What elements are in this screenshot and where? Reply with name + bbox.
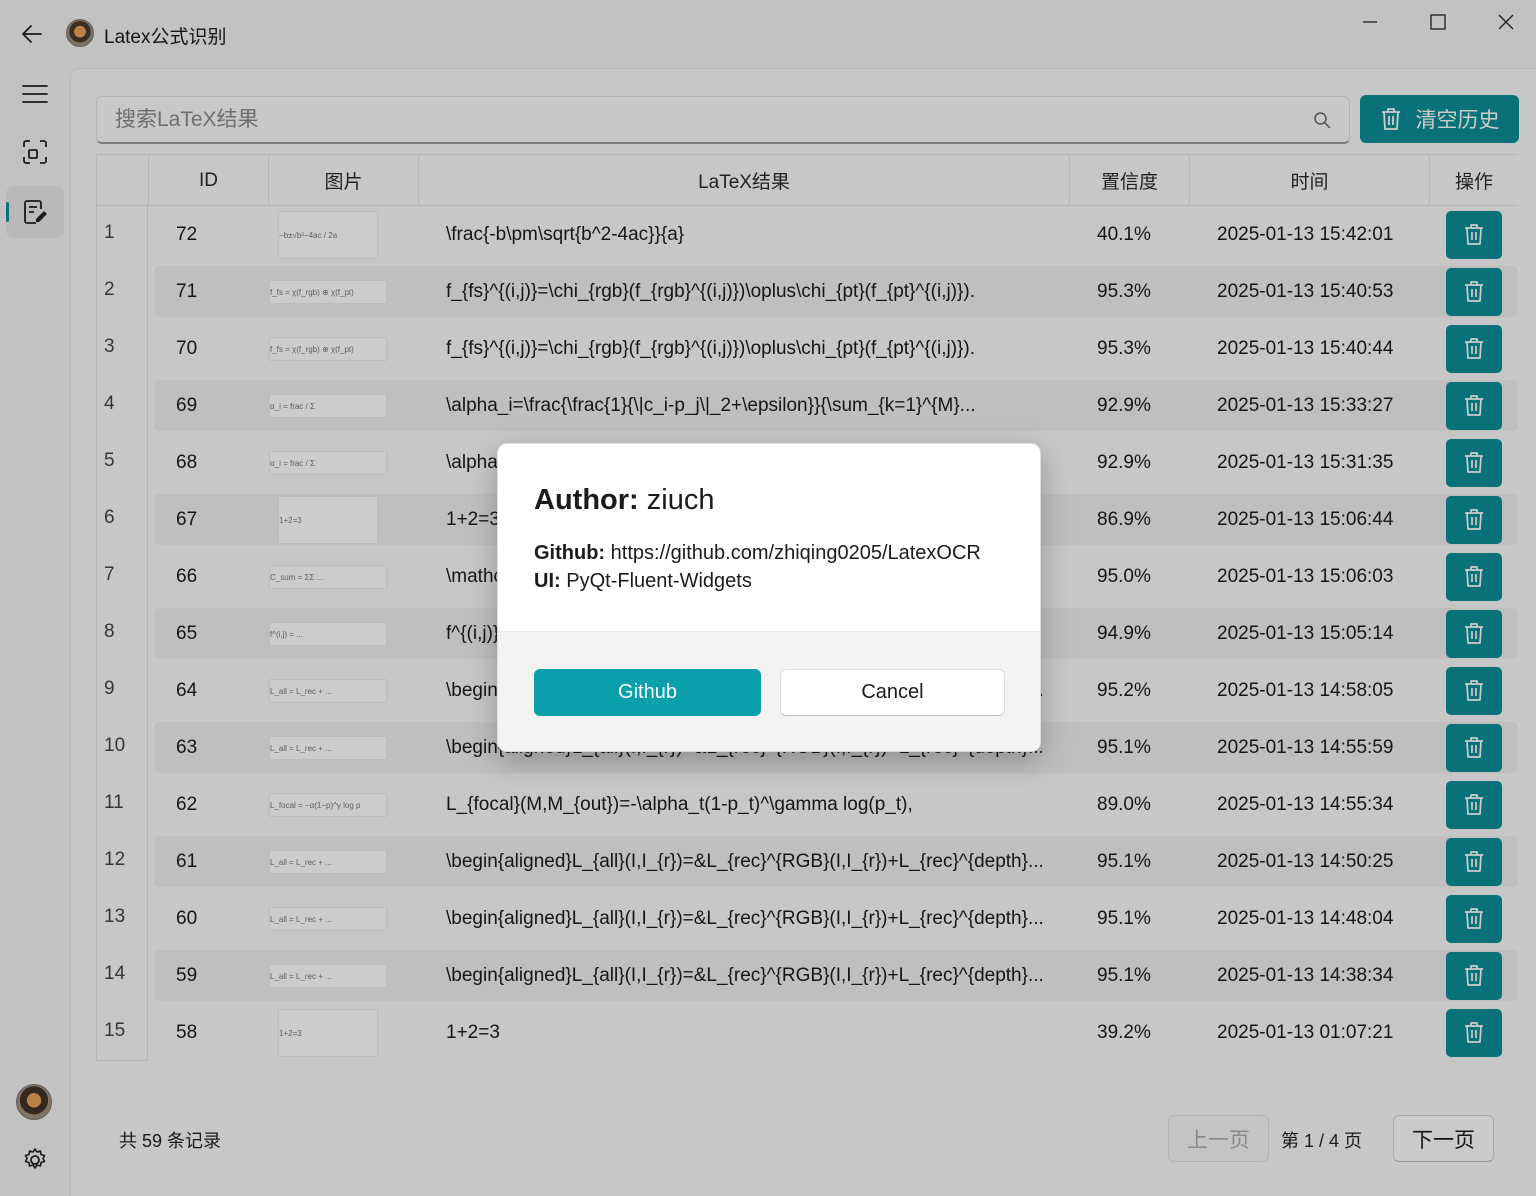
- dialog-github-label: Github:: [534, 542, 606, 564]
- cancel-button[interactable]: Cancel: [780, 669, 1005, 716]
- dialog-footer: Github Cancel: [498, 631, 1040, 751]
- dialog-title-value: ziuch: [646, 484, 715, 516]
- dialog-title: Author: ziuch: [534, 484, 714, 517]
- dialog-ui-label: UI:: [534, 570, 561, 592]
- github-button[interactable]: Github: [534, 669, 761, 716]
- dialog-github-line: Github: https://github.com/zhiqing0205/L…: [534, 542, 981, 565]
- dialog-ui-line: UI: PyQt-Fluent-Widgets: [534, 570, 752, 593]
- dialog-ui-value: PyQt-Fluent-Widgets: [566, 570, 752, 592]
- about-dialog: Author: ziuch Github: https://github.com…: [497, 443, 1041, 752]
- dialog-title-label: Author:: [534, 484, 639, 516]
- dialog-github-url: https://github.com/zhiqing0205/LatexOCR: [610, 542, 981, 564]
